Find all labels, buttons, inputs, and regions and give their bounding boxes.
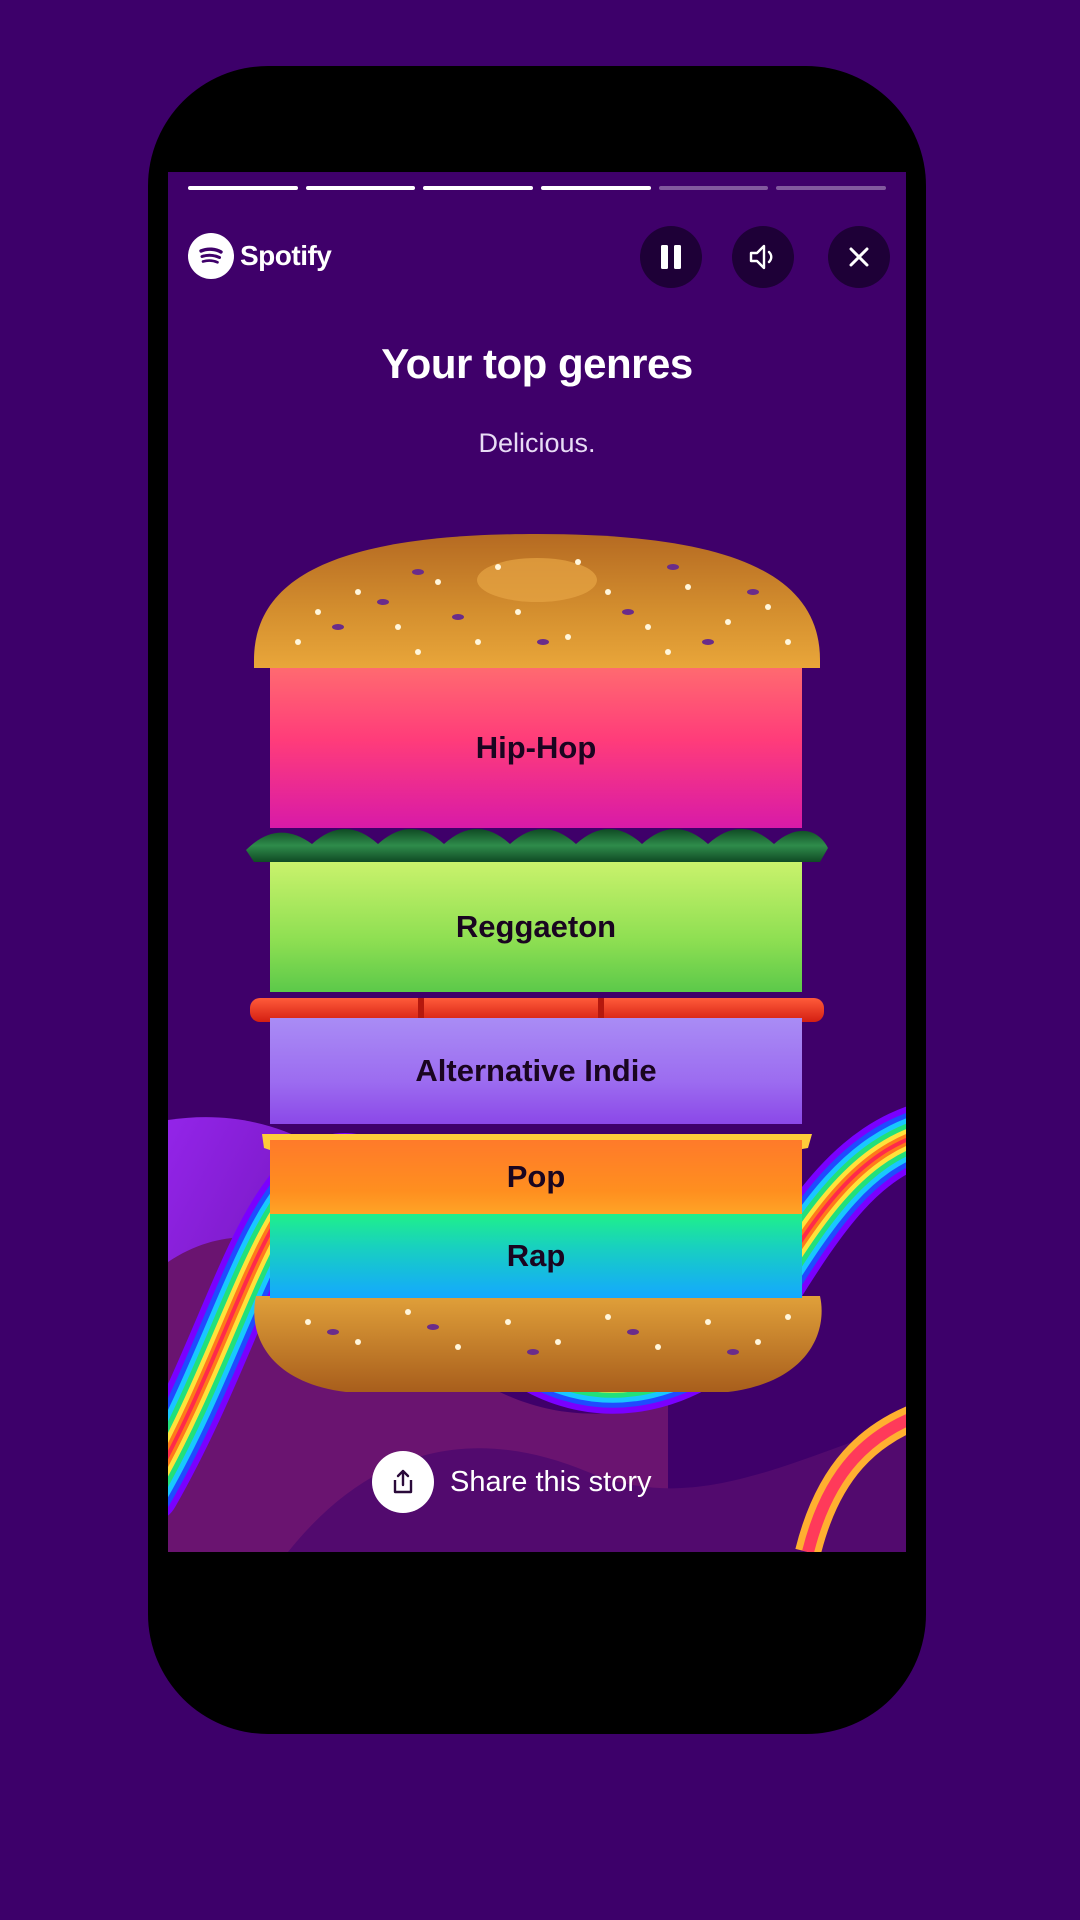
genre-layer-reggaeton: Reggaeton	[270, 862, 802, 992]
story-screen[interactable]: Spotify Your top genres Delicious. Hip-H…	[168, 172, 906, 1552]
share-story-button[interactable]: Share this story	[372, 1450, 651, 1514]
genre-layer-pop: Pop	[270, 1140, 802, 1214]
genre-layer-alternative-indie: Alternative Indie	[270, 1018, 802, 1124]
share-story-label[interactable]: Share this story	[450, 1466, 651, 1499]
share-icon	[393, 1469, 413, 1494]
share-icon-button[interactable]	[372, 1451, 434, 1513]
genre-layer-rap: Rap	[270, 1214, 802, 1298]
genre-layer-hip-hop: Hip-Hop	[270, 668, 802, 828]
